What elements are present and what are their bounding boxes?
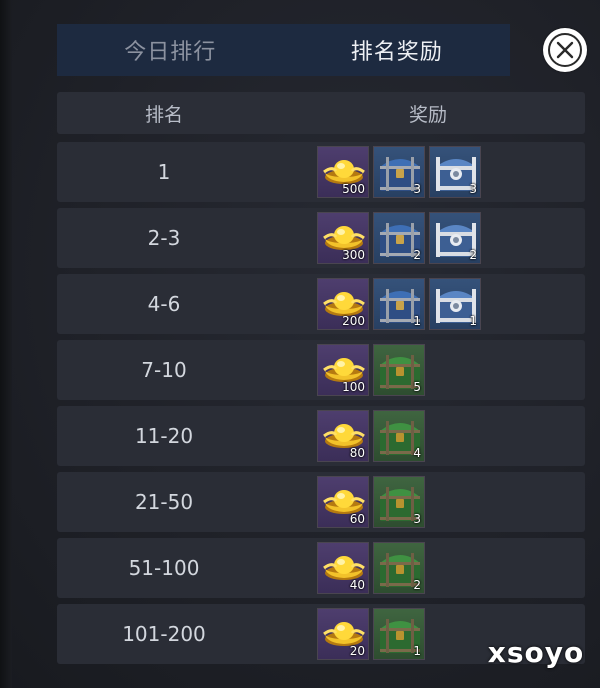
reward-list: 60 3 (317, 476, 425, 528)
rank-label: 2-3 (147, 226, 181, 250)
reward-count: 200 (342, 314, 365, 328)
watermark-logo: xsoyo (487, 635, 585, 669)
rank-label: 11-20 (134, 424, 194, 448)
reward-list: 300 2 2 (317, 212, 481, 264)
tab-ranking-rewards[interactable]: 排名奖励 (284, 24, 511, 76)
tab-bar: 今日排行 排名奖励 (57, 24, 510, 76)
reward-count: 1 (469, 314, 477, 328)
reward-item[interactable]: 3 (373, 146, 425, 198)
header-reward: 奖励 (408, 103, 447, 126)
table-row: 7-10 100 5 (57, 340, 585, 400)
reward-item[interactable]: 200 (317, 278, 369, 330)
reward-item[interactable]: 2 (373, 212, 425, 264)
reward-count: 2 (469, 248, 477, 262)
reward-count: 100 (342, 380, 365, 394)
reward-count: 2 (413, 578, 421, 592)
reward-count: 40 (349, 578, 365, 592)
reward-item[interactable]: 40 (317, 542, 369, 594)
reward-item[interactable]: 100 (317, 344, 369, 396)
rank-label: 51-100 (128, 556, 200, 580)
table-row: 11-20 80 4 (57, 406, 585, 466)
reward-count: 2 (413, 248, 421, 262)
tab-today-ranking[interactable]: 今日排行 (57, 24, 284, 76)
reward-count: 5 (413, 380, 421, 394)
reward-count: 1 (413, 314, 421, 328)
reward-list: 80 4 (317, 410, 425, 462)
reward-item[interactable]: 20 (317, 608, 369, 660)
reward-list: 100 5 (317, 344, 425, 396)
reward-item[interactable]: 2 (429, 212, 481, 264)
ranking-panel: 今日排行 排名奖励 排名 奖励 1 500 3 3 2-3 300 2 2 4-6 200 1 1 7-… (0, 0, 600, 688)
reward-count: 4 (413, 446, 421, 460)
reward-list: 20 1 (317, 608, 425, 660)
close-button[interactable] (543, 28, 587, 72)
table-header: 排名 奖励 (57, 92, 585, 134)
reward-count: 80 (349, 446, 365, 460)
reward-count: 500 (342, 182, 365, 196)
table-row: 51-100 40 2 (57, 538, 585, 598)
reward-item[interactable]: 500 (317, 146, 369, 198)
reward-list: 40 2 (317, 542, 425, 594)
reward-item[interactable]: 5 (373, 344, 425, 396)
reward-item[interactable]: 300 (317, 212, 369, 264)
table-row: 2-3 300 2 2 (57, 208, 585, 268)
reward-count: 20 (349, 644, 365, 658)
reward-count: 3 (413, 512, 421, 526)
reward-item[interactable]: 3 (373, 476, 425, 528)
reward-count: 3 (413, 182, 421, 196)
reward-list: 500 3 3 (317, 146, 481, 198)
reward-item[interactable]: 60 (317, 476, 369, 528)
reward-item[interactable]: 1 (373, 278, 425, 330)
reward-item[interactable]: 3 (429, 146, 481, 198)
reward-list: 200 1 1 (317, 278, 481, 330)
reward-count: 1 (413, 644, 421, 658)
reward-item[interactable]: 1 (373, 608, 425, 660)
close-icon (548, 33, 582, 67)
table-row: 1 500 3 3 (57, 142, 585, 202)
rank-label: 7-10 (141, 358, 187, 382)
reward-item[interactable]: 80 (317, 410, 369, 462)
rank-label: 101-200 (122, 622, 206, 646)
left-edge-strip (0, 0, 12, 688)
reward-item[interactable]: 2 (373, 542, 425, 594)
reward-count: 60 (349, 512, 365, 526)
reward-item[interactable]: 4 (373, 410, 425, 462)
header-rank: 排名 (144, 103, 183, 126)
reward-item[interactable]: 1 (429, 278, 481, 330)
reward-count: 3 (469, 182, 477, 196)
rank-label: 21-50 (134, 490, 194, 514)
rank-label: 1 (157, 160, 171, 184)
table-row: 4-6 200 1 1 (57, 274, 585, 334)
table-row: 21-50 60 3 (57, 472, 585, 532)
rank-label: 4-6 (147, 292, 181, 316)
reward-count: 300 (342, 248, 365, 262)
